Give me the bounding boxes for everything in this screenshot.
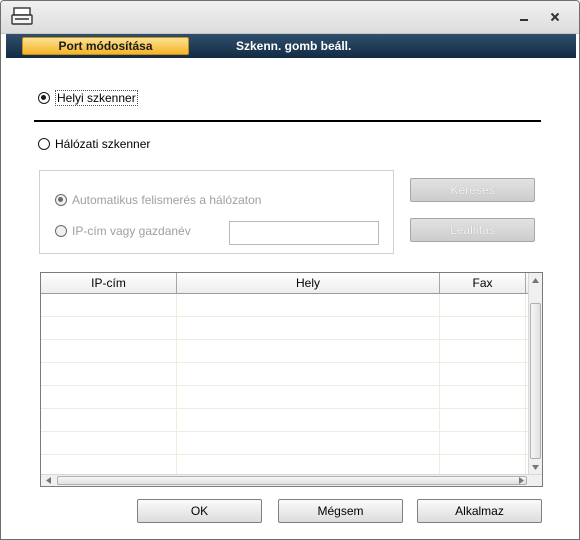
arrow-right-icon	[518, 477, 524, 484]
table-cell	[41, 386, 177, 408]
ip-host-option[interactable]: IP-cím vagy gazdanév	[55, 224, 191, 238]
network-scanner-label: Hálózati szkenner	[55, 137, 151, 151]
table-cell	[41, 294, 177, 316]
scanner-list-table[interactable]: IP-cím Hely Fax	[40, 272, 543, 487]
ip-host-input[interactable]	[229, 221, 379, 245]
ip-host-radio[interactable]	[55, 225, 67, 237]
scanner-icon	[11, 7, 33, 25]
table-cell	[41, 409, 177, 431]
table-cell	[440, 340, 526, 362]
table-cell	[440, 294, 526, 316]
arrow-down-icon	[532, 464, 539, 470]
table-cell	[177, 340, 440, 362]
table-row[interactable]	[41, 409, 528, 432]
table-cell	[177, 294, 440, 316]
network-scanner-option[interactable]: Hálózati szkenner	[38, 137, 150, 151]
table-cell	[41, 317, 177, 339]
table-row[interactable]	[41, 340, 528, 363]
port-settings-window: Port módosítása Szkenn. gomb beáll. Hely…	[0, 0, 580, 540]
ip-host-label: IP-cím vagy gazdanév	[72, 224, 191, 238]
table-cell	[177, 409, 440, 431]
table-cell	[177, 363, 440, 385]
local-scanner-label: Helyi szkenner	[55, 90, 138, 106]
table-body	[41, 294, 528, 476]
network-scanner-radio[interactable]	[38, 138, 50, 150]
table-cell	[41, 340, 177, 362]
table-row[interactable]	[41, 455, 528, 476]
minimize-button[interactable]	[515, 9, 533, 25]
arrow-left-icon	[45, 477, 51, 484]
column-header-ip[interactable]: IP-cím	[41, 273, 177, 293]
horizontal-scroll-thumb[interactable]	[57, 476, 527, 485]
table-cell	[177, 455, 440, 476]
scroll-right-button[interactable]	[514, 475, 528, 486]
table-cell	[440, 363, 526, 385]
table-row[interactable]	[41, 317, 528, 340]
table-cell	[177, 386, 440, 408]
horizontal-scrollbar[interactable]	[41, 474, 542, 486]
tab-scan-button-settings[interactable]: Szkenn. gomb beáll.	[236, 37, 351, 55]
table-cell	[41, 432, 177, 454]
table-cell	[440, 455, 526, 476]
title-bar	[1, 1, 579, 34]
table-cell	[41, 363, 177, 385]
stop-button[interactable]: Leállítás	[410, 218, 535, 242]
local-scanner-radio[interactable]	[38, 92, 50, 104]
table-cell	[440, 317, 526, 339]
vertical-scroll-thumb[interactable]	[530, 303, 541, 459]
tab-port-change[interactable]: Port módosítása	[22, 37, 189, 55]
ok-button[interactable]: OK	[137, 499, 262, 523]
close-button[interactable]	[546, 9, 564, 25]
auto-detect-radio[interactable]	[55, 194, 67, 206]
table-cell	[440, 386, 526, 408]
table-row[interactable]	[41, 386, 528, 409]
separator-line	[34, 120, 541, 122]
table-header: IP-cím Hely Fax	[41, 273, 528, 294]
table-cell	[177, 317, 440, 339]
search-button[interactable]: Keresés	[410, 178, 535, 202]
table-row[interactable]	[41, 294, 528, 317]
table-cell	[440, 432, 526, 454]
table-cell	[440, 409, 526, 431]
scroll-up-button[interactable]	[529, 273, 542, 287]
scroll-down-button[interactable]	[529, 460, 542, 474]
scroll-left-button[interactable]	[41, 475, 55, 486]
cancel-button[interactable]: Mégsem	[278, 499, 403, 523]
table-cell	[41, 455, 177, 476]
local-scanner-option[interactable]: Helyi szkenner	[38, 90, 138, 106]
vertical-scrollbar[interactable]	[528, 273, 542, 476]
minimize-icon	[520, 19, 528, 21]
table-row[interactable]	[41, 432, 528, 455]
auto-detect-label: Automatikus felismerés a hálózaton	[72, 193, 262, 207]
tab-strip: Port módosítása Szkenn. gomb beáll.	[6, 34, 576, 58]
close-icon	[550, 12, 560, 22]
arrow-up-icon	[532, 277, 539, 283]
auto-detect-option[interactable]: Automatikus felismerés a hálózaton	[55, 193, 261, 207]
table-cell	[177, 432, 440, 454]
apply-button[interactable]: Alkalmaz	[417, 499, 542, 523]
table-row[interactable]	[41, 363, 528, 386]
column-header-location[interactable]: Hely	[177, 273, 440, 293]
column-header-fax[interactable]: Fax	[440, 273, 526, 293]
